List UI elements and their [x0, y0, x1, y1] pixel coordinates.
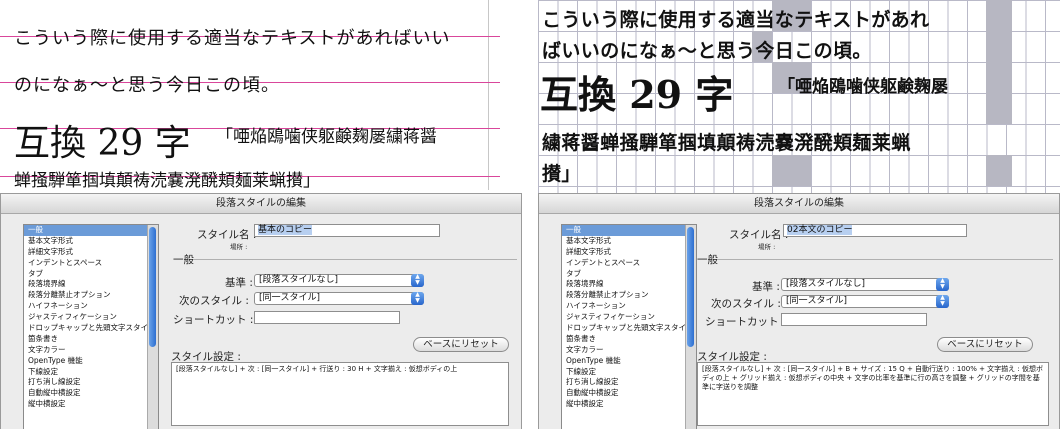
category-item[interactable]: ハイフネーション	[24, 301, 158, 312]
sample-text-line: 繍蒋醤蝉掻騨箪掴填顛祷涜嚢溌醗頬麺莱蝋	[542, 132, 911, 154]
base-label: 基準 :	[225, 277, 253, 289]
category-item[interactable]: OpenType 機能	[562, 356, 696, 367]
category-item[interactable]: 一般	[24, 225, 158, 236]
category-item[interactable]: インデントとスペース	[24, 258, 158, 269]
category-item[interactable]: インデントとスペース	[562, 258, 696, 269]
grid-cell-shade	[772, 155, 811, 186]
dialog-title: 段落スタイルの編集	[1, 194, 521, 214]
shortcut-field[interactable]	[254, 311, 400, 324]
separator	[193, 259, 517, 260]
sample-text-line: こういう際に使用する適当なテキストがあれ	[542, 9, 930, 31]
scroll-thumb[interactable]	[149, 227, 156, 347]
base-style-dropdown[interactable]: [段落スタイルなし] ▲ ▼	[254, 274, 424, 287]
category-item[interactable]: 段落境界線	[24, 279, 158, 290]
grid-cell-shade	[986, 62, 1012, 93]
style-settings-text: [段落スタイルなし] + 次 : [同一スタイル] + B + サイズ : 15…	[697, 362, 1049, 426]
next-style-dropdown[interactable]: [同一スタイル] ▲ ▼	[781, 295, 949, 308]
grid-cell-shade	[986, 93, 1012, 124]
category-item[interactable]: 下線設定	[562, 367, 696, 378]
category-item[interactable]: 段落分離禁止オプション	[562, 290, 696, 301]
category-item[interactable]: 箇条書き	[562, 334, 696, 345]
next-style-label: 次のスタイル :	[179, 295, 249, 307]
category-item[interactable]: ドロップキャップと先頭文字スタイル	[562, 323, 696, 334]
shortcut-label: ショートカット :	[173, 314, 254, 326]
reset-to-base-button[interactable]: ベースにリセット	[937, 337, 1033, 352]
section-title-general: 一般	[173, 254, 194, 266]
category-item[interactable]: 自動縦中横設定	[562, 388, 696, 399]
grid-cell-shade	[986, 31, 1012, 62]
category-item[interactable]: 縦中横設定	[562, 399, 696, 410]
category-item[interactable]: 詳細文字形式	[562, 247, 696, 258]
grid-cell-shade	[986, 155, 1012, 186]
sample-text-line: こういう際に使用する適当なテキストがあればいい	[14, 28, 451, 49]
category-list[interactable]: 一般 基本文字形式 詳細文字形式 インデントとスペース タブ 段落境界線 段落分離禁止オプシ…	[561, 224, 697, 429]
left-panel: こういう際に使用する適当なテキストがあればいい のになぁ～と思う今日この頃。 互…	[0, 0, 522, 429]
category-item[interactable]: 段落分離禁止オプション	[24, 290, 158, 301]
shortcut-label: ショートカット :	[705, 316, 786, 328]
category-item[interactable]: タブ	[562, 269, 696, 280]
location-label: 場所 :	[230, 243, 248, 251]
category-item[interactable]: 下線設定	[24, 367, 158, 378]
category-item[interactable]: 段落境界線	[562, 279, 696, 290]
section-title-general: 一般	[697, 254, 718, 266]
shortcut-field[interactable]	[781, 313, 927, 326]
sample-text-line: 攅」	[542, 163, 581, 185]
category-item[interactable]: ハイフネーション	[562, 301, 696, 312]
right-sample-text-frame-grid: こういう際に使用する適当なテキストがあれ ばいいのになぁ～と思う今日この頃。 互…	[538, 0, 1060, 196]
sample-text-line: 「唖焔鴎噛侠躯鹸麹屡	[778, 77, 948, 97]
category-item[interactable]: タブ	[24, 269, 158, 280]
grid-cell-shade	[986, 0, 1012, 31]
category-item[interactable]: 自動縦中横設定	[24, 388, 158, 399]
style-name-field[interactable]: 基本のコピー	[254, 224, 440, 237]
scrollbar[interactable]	[685, 225, 696, 429]
up-down-arrows-icon: ▲ ▼	[936, 295, 949, 308]
paragraph-style-dialog: 段落スタイルの編集 一般 基本文字形式 詳細文字形式 インデントとスペース タブ 段落境界…	[0, 193, 522, 429]
category-item[interactable]: 基本文字形式	[562, 236, 696, 247]
category-list[interactable]: 一般 基本文字形式 詳細文字形式 インデントとスペース タブ 段落境界線 段落分離禁止オプシ…	[23, 224, 159, 429]
dialog-title: 段落スタイルの編集	[539, 194, 1059, 214]
category-item[interactable]: 文字カラー	[562, 345, 696, 356]
sample-text-line: のになぁ～と思う今日この頃。	[14, 75, 280, 96]
sample-text-line: 「唖焔鴎噛侠躯鹸麹屡繍蒋醤	[216, 127, 437, 147]
category-item[interactable]: 詳細文字形式	[24, 247, 158, 258]
style-name-label: スタイル名 :	[729, 229, 789, 241]
sample-text-line: ばいいのになぁ～と思う今日この頃。	[542, 40, 872, 62]
style-name-field[interactable]: 02本文のコピー	[783, 224, 967, 237]
category-item[interactable]: ドロップキャップと先頭文字スタイル	[24, 323, 158, 334]
frame-edge	[488, 0, 489, 190]
style-name-label: スタイル名 :	[197, 229, 257, 241]
style-settings-text: [段落スタイルなし] + 次 : [同一スタイル] + 行送り : 30 H +…	[171, 362, 509, 426]
category-item[interactable]: 打ち消し線設定	[562, 377, 696, 388]
next-style-label: 次のスタイル :	[711, 298, 781, 310]
category-item[interactable]: 縦中横設定	[24, 399, 158, 410]
category-item[interactable]: 基本文字形式	[24, 236, 158, 247]
category-item[interactable]: ジャスティフィケーション	[24, 312, 158, 323]
left-sample-text-frame: こういう際に使用する適当なテキストがあればいい のになぁ～と思う今日この頃。 互…	[0, 0, 522, 191]
scroll-thumb[interactable]	[687, 227, 694, 347]
sample-text-large: 互換 29 字	[14, 123, 191, 164]
separator	[717, 259, 1053, 260]
up-down-arrows-icon: ▲ ▼	[411, 292, 424, 305]
category-item[interactable]: OpenType 機能	[24, 356, 158, 367]
next-style-dropdown[interactable]: [同一スタイル] ▲ ▼	[254, 292, 424, 305]
up-down-arrows-icon: ▲ ▼	[411, 274, 424, 287]
reset-to-base-button[interactable]: ベースにリセット	[413, 337, 509, 352]
location-label: 場所 :	[758, 243, 776, 251]
sample-text-large: 互換 29 字	[540, 72, 734, 117]
base-label: 基準 :	[752, 281, 780, 293]
category-item[interactable]: 打ち消し線設定	[24, 377, 158, 388]
category-item[interactable]: 文字カラー	[24, 345, 158, 356]
right-panel: こういう際に使用する適当なテキストがあれ ばいいのになぁ～と思う今日この頃。 互…	[538, 0, 1060, 429]
category-item[interactable]: 箇条書き	[24, 334, 158, 345]
category-item[interactable]: ジャスティフィケーション	[562, 312, 696, 323]
category-item[interactable]: 一般	[562, 225, 696, 236]
base-style-dropdown[interactable]: [段落スタイルなし] ▲ ▼	[781, 278, 949, 291]
sample-text-line: 蝉掻騨箪掴填顛祷涜嚢溌醗頬麺莱蝋攅」	[14, 171, 320, 191]
up-down-arrows-icon: ▲ ▼	[936, 278, 949, 291]
paragraph-style-dialog: 段落スタイルの編集 一般 基本文字形式 詳細文字形式 インデントとスペース タブ 段落境界…	[538, 193, 1060, 429]
scrollbar[interactable]	[147, 225, 158, 429]
